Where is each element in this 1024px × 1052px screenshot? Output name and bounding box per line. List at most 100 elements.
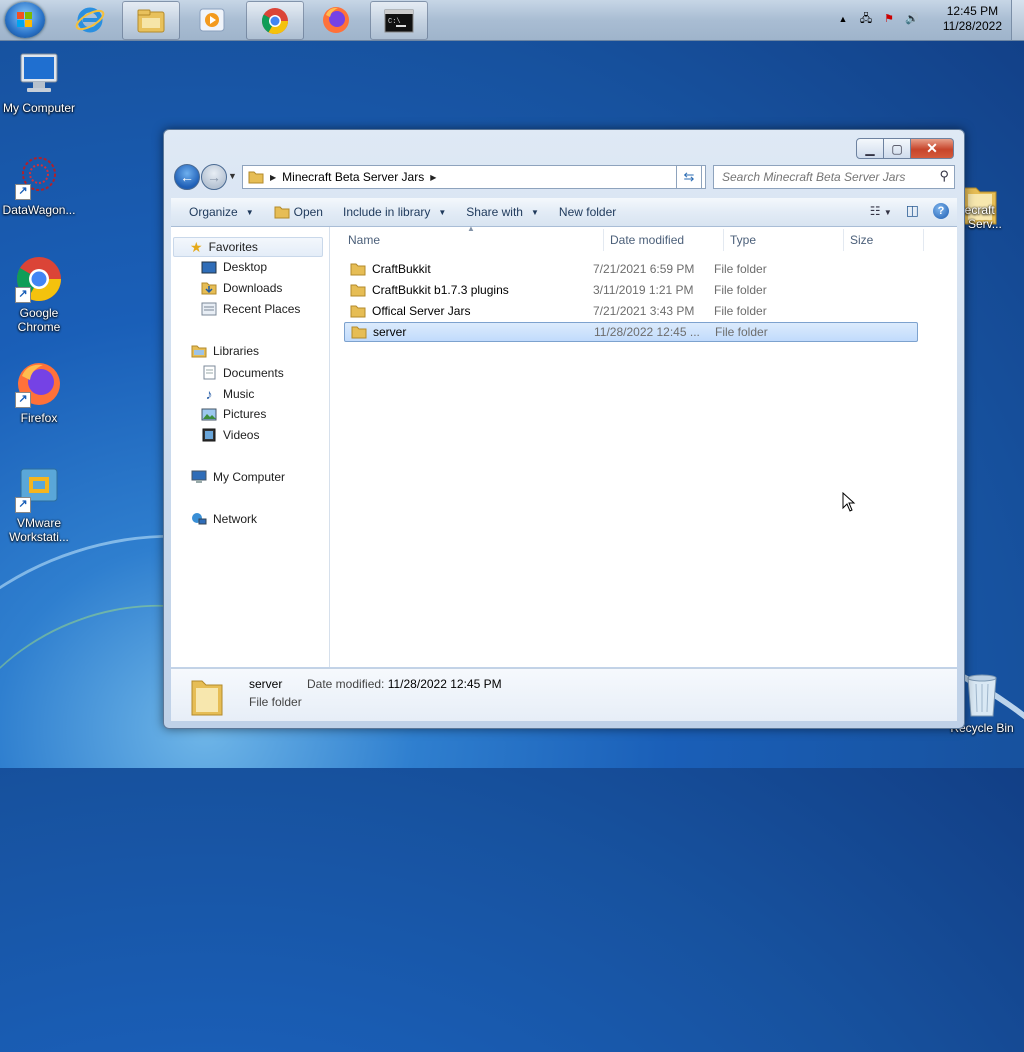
column-header-type[interactable]: Type [724, 229, 844, 251]
organize-button[interactable]: Organize ▼ [179, 205, 264, 219]
computer-icon [191, 470, 207, 483]
change-view-button[interactable]: ☷ ▼ [870, 204, 892, 218]
show-desktop-button[interactable] [1011, 0, 1024, 40]
include-in-library-button[interactable]: Include in library ▼ [333, 205, 456, 219]
nav-pictures[interactable]: Pictures [201, 407, 266, 421]
preview-pane-icon: ◫ [905, 202, 919, 218]
desktop-icon-label: Google Chrome [17, 306, 61, 334]
column-header-date-modified[interactable]: Date modified [604, 229, 724, 251]
start-button[interactable] [5, 2, 45, 38]
minimize-button[interactable]: ▁ [856, 138, 884, 159]
preview-pane-button[interactable]: ◫ [906, 202, 919, 219]
new-folder-button[interactable]: New folder [549, 205, 626, 219]
search-icon[interactable]: ⚲ [939, 168, 949, 184]
details-date-modified: Date modified: 11/28/2022 12:45 PM [307, 677, 502, 691]
nav-label: Documents [223, 365, 284, 380]
file-date: 3/11/2019 1:21 PM [593, 283, 694, 297]
chevron-down-icon: ▼ [530, 207, 539, 217]
desktop-icon-label: My Computer [2, 101, 76, 115]
windows-logo-icon [17, 12, 33, 28]
show-hidden-icons-icon[interactable]: ▲ [836, 12, 850, 26]
network-status-icon[interactable]: 🖧 [859, 12, 873, 26]
desktop-icon-google-chrome[interactable]: ↗ Google Chrome [0, 255, 78, 334]
desktop-icon-label: Firefox [20, 411, 58, 425]
search-box[interactable]: ⚲ [713, 165, 955, 189]
desktop-icon-datawagon[interactable]: ↗ DataWagon... [0, 152, 78, 217]
share-with-button[interactable]: Share with ▼ [456, 205, 549, 219]
window-controls: ▁ ▢ ✕ [856, 138, 954, 159]
nav-label: Network [213, 512, 258, 526]
taskbar-chrome[interactable] [246, 1, 304, 40]
refresh-button[interactable]: ⇆ [676, 165, 702, 189]
nav-favorites[interactable]: ★ Favorites [173, 237, 323, 257]
taskbar-windows-explorer[interactable] [122, 1, 180, 40]
shortcut-arrow-icon: ↗ [15, 497, 31, 513]
desktop-icon [201, 261, 217, 273]
help-button[interactable]: ? [933, 202, 949, 219]
taskbar-firefox[interactable] [308, 1, 364, 38]
file-row-selected[interactable]: server 11/28/2022 12:45 ... File folder [344, 322, 918, 342]
navigation-pane: ★ Favorites Desktop Downloads Recent Pla… [171, 227, 330, 667]
nav-my-computer[interactable]: My Computer [191, 470, 285, 484]
taskbar-media-player[interactable] [184, 1, 240, 38]
desktop-icon-my-computer[interactable]: My Computer [0, 50, 78, 115]
nav-music[interactable]: ♪ Music [201, 386, 255, 402]
clock[interactable]: 12:45 PM 11/28/2022 [943, 4, 1002, 34]
forward-button[interactable]: → [201, 164, 227, 190]
breadcrumb-current[interactable]: Minecraft Beta Server Jars [282, 170, 424, 184]
nav-network[interactable]: Network [191, 512, 257, 526]
breadcrumb-separator-icon[interactable]: ▶ [270, 173, 276, 182]
desktop-icon-firefox[interactable]: ↗ Firefox [0, 360, 78, 425]
column-label: Type [730, 233, 757, 247]
file-row[interactable]: CraftBukkit 7/21/2021 6:59 PM File folde… [344, 259, 918, 279]
desktop-icon-label: VMware Workstati... [9, 516, 69, 544]
open-folder-icon [274, 206, 290, 219]
file-row[interactable]: CraftBukkit b1.7.3 plugins 3/11/2019 1:2… [344, 280, 918, 300]
nav-libraries[interactable]: Libraries [191, 344, 259, 358]
firefox-icon [323, 6, 349, 33]
details-pane: server File folder Date modified: 11/28/… [171, 668, 957, 721]
file-row[interactable]: Offical Server Jars 7/21/2021 3:43 PM Fi… [344, 301, 918, 321]
mouse-cursor-icon [842, 492, 856, 512]
open-button[interactable]: Open [264, 205, 333, 219]
taskbar-command-prompt[interactable]: C:\ [370, 1, 428, 40]
taskbar-internet-explorer[interactable] [62, 1, 118, 38]
nav-label: Recent Places [223, 302, 301, 316]
close-button[interactable]: ✕ [911, 138, 954, 159]
file-date: 11/28/2022 12:45 ... [594, 325, 700, 339]
chrome-icon: ↗ [15, 255, 63, 303]
maximize-icon: ▢ [891, 141, 903, 156]
forward-arrow-icon: → [207, 169, 221, 185]
column-header-name[interactable]: Name ▲ [342, 224, 604, 251]
back-button[interactable]: ← [174, 164, 200, 190]
file-name-cell: CraftBukkit [350, 262, 431, 276]
column-header-size[interactable]: Size [844, 229, 924, 251]
action-center-icon[interactable]: ⚑ [882, 12, 896, 26]
folder-icon [191, 680, 223, 716]
shortcut-arrow-icon: ↗ [15, 184, 31, 200]
nav-recent-places[interactable]: Recent Places [201, 302, 300, 316]
include-in-library-label: Include in library [342, 205, 431, 219]
column-label: Name [348, 233, 381, 247]
chevron-down-icon: ▼ [245, 207, 254, 217]
address-bar[interactable]: ▶ Minecraft Beta Server Jars ▶ ▼ [242, 165, 706, 189]
clock-date: 11/28/2022 [942, 19, 1002, 33]
nav-downloads[interactable]: Downloads [201, 281, 282, 295]
maximize-button[interactable]: ▢ [884, 138, 911, 159]
file-date: 7/21/2021 3:43 PM [593, 304, 695, 318]
search-input[interactable] [720, 166, 934, 188]
nav-desktop[interactable]: Desktop [201, 260, 267, 274]
recent-pages-dropdown[interactable]: ▼ [228, 171, 237, 181]
breadcrumb-separator-icon[interactable]: ▶ [430, 173, 436, 182]
shortcut-arrow-icon: ↗ [15, 392, 31, 408]
column-label: Size [850, 233, 874, 247]
volume-icon[interactable]: 🔊 [905, 12, 919, 26]
folder-icon [248, 171, 264, 184]
vmware-icon: ↗ [15, 465, 63, 513]
datawagon-icon: ↗ [15, 152, 63, 200]
network-icon [192, 513, 207, 525]
nav-documents[interactable]: Documents [201, 365, 284, 380]
desktop-icon-vmware[interactable]: ↗ VMware Workstati... [0, 465, 78, 544]
close-icon: ✕ [926, 140, 938, 156]
nav-videos[interactable]: Videos [201, 428, 259, 442]
